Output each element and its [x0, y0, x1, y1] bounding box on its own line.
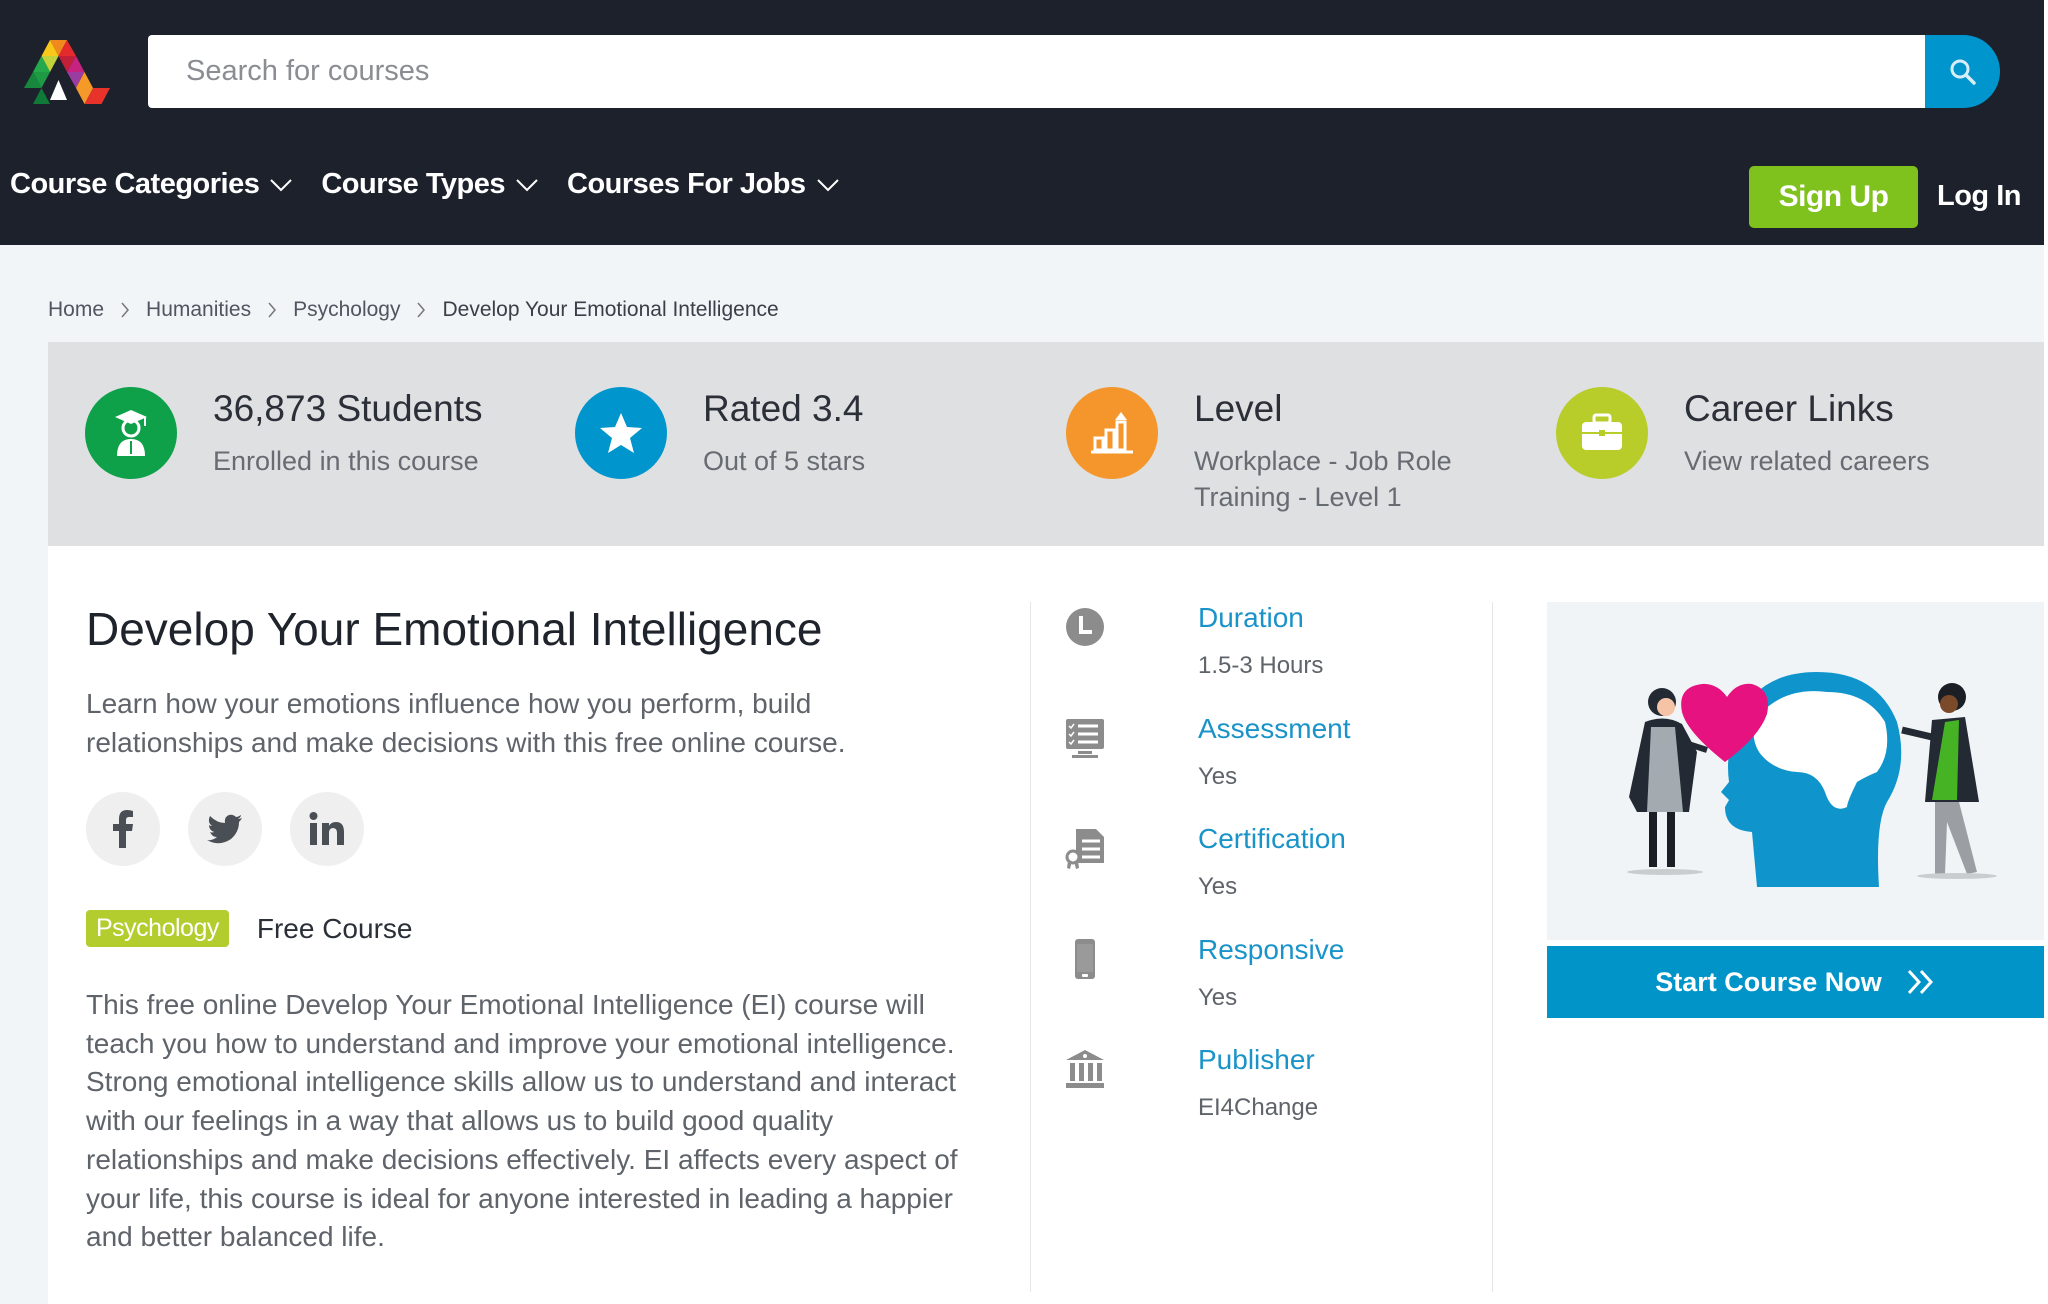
stat-title: Career Links [1684, 388, 1894, 429]
double-chevron-right-icon [1907, 969, 1933, 995]
briefcase-icon [1556, 387, 1648, 479]
nav-label: Course Categories [10, 168, 260, 200]
nav-courses-for-jobs[interactable]: Courses For Jobs [567, 168, 840, 201]
nav-label: Courses For Jobs [567, 168, 806, 200]
main-nav: Course Categories Course Types Courses F… [10, 168, 840, 201]
stat-career-links[interactable]: Career Links View related careers [1556, 387, 1974, 479]
clock-icon [1066, 608, 1104, 646]
info-value: Yes [1198, 983, 1238, 1011]
info-responsive: Responsive Yes [1064, 934, 1484, 1045]
info-value: Yes [1198, 873, 1238, 900]
info-label: Assessment [1198, 712, 1351, 744]
course-media: Start Course Now [1547, 602, 2044, 1018]
twitter-icon [207, 814, 242, 844]
course-description: This free online Develop Your Emotional … [86, 989, 958, 1253]
start-course-label: Start Course Now [1655, 966, 1882, 997]
graduate-icon [85, 387, 177, 479]
chevron-down-icon [816, 178, 839, 191]
social-share [86, 792, 364, 866]
course-card: Develop Your Emotional Intelligence Lear… [48, 546, 2044, 1304]
site-header: Course Categories Course Types Courses F… [0, 0, 2044, 245]
stat-subtitle: Out of 5 stars [703, 446, 866, 476]
search-bar [148, 35, 2000, 108]
info-label: Duration [1198, 602, 1304, 633]
category-tag[interactable]: Psychology [86, 910, 229, 947]
stat-students: 36,873 Students Enrolled in this course [85, 387, 503, 479]
course-lead: Learn how your emotions influence how yo… [86, 688, 846, 758]
facebook-share-button[interactable] [86, 792, 160, 866]
breadcrumb-psychology[interactable]: Psychology [293, 298, 400, 322]
course-title: Develop Your Emotional Intelligence [86, 603, 823, 655]
course-stats-bar: 36,873 Students Enrolled in this course … [48, 342, 2044, 546]
certificate-icon [1065, 829, 1104, 869]
info-label: Certification [1198, 823, 1346, 854]
nav-label: Course Types [321, 168, 505, 200]
stat-subtitle: Workplace - Job Role Training - Level 1 [1194, 446, 1452, 512]
stat-level: Level Workplace - Job Role Training - Le… [1066, 387, 1484, 515]
breadcrumb-current: Develop Your Emotional Intelligence [442, 298, 779, 321]
column-divider [1492, 602, 1493, 1292]
search-icon [1950, 59, 1976, 85]
assessment-icon [1066, 718, 1104, 758]
twitter-share-button[interactable] [188, 792, 262, 866]
breadcrumb-humanities[interactable]: Humanities [146, 298, 251, 322]
nav-course-categories[interactable]: Course Categories [10, 168, 293, 201]
mobile-icon [1075, 938, 1095, 979]
linkedin-share-button[interactable] [290, 792, 364, 866]
info-label: Responsive [1198, 933, 1345, 965]
chevron-right-icon [417, 302, 426, 318]
publisher-link[interactable]: Publisher [1198, 1044, 1315, 1076]
info-value: EI4Change [1198, 1094, 1319, 1121]
breadcrumb: Home Humanities Psychology Develop Your … [48, 298, 779, 322]
stat-subtitle: Enrolled in this course [213, 446, 479, 476]
log-in-link[interactable]: Log In [1937, 180, 2021, 213]
price-label: Free Course [256, 912, 413, 944]
chevron-down-icon [516, 178, 538, 191]
view-related-careers-link[interactable]: View related careers [1684, 443, 1974, 479]
search-input[interactable] [148, 35, 1928, 108]
breadcrumb-home[interactable]: Home [48, 298, 104, 322]
stat-title: Level [1194, 388, 1283, 429]
facebook-icon [113, 810, 133, 848]
search-button[interactable] [1925, 35, 2000, 108]
chevron-down-icon [270, 178, 293, 191]
info-publisher: Publisher EI4Change [1064, 1044, 1484, 1155]
stat-title: Rated 3.4 [703, 388, 864, 429]
info-certification: Certification Yes [1064, 823, 1484, 934]
info-duration: Duration 1.5-3 Hours [1064, 602, 1484, 713]
start-course-button[interactable]: Start Course Now [1547, 946, 2044, 1018]
info-assessment: Assessment Yes [1064, 713, 1484, 824]
course-illustration [1547, 602, 2044, 940]
sign-up-button[interactable]: Sign Up [1749, 166, 1918, 228]
chevron-right-icon [268, 302, 277, 318]
nav-course-types[interactable]: Course Types [321, 168, 539, 201]
institution-icon [1066, 1050, 1104, 1088]
star-icon [575, 387, 667, 479]
chevron-right-icon [121, 302, 130, 318]
site-logo[interactable] [20, 40, 114, 104]
info-value: Yes [1198, 762, 1238, 790]
linkedin-icon [309, 812, 344, 845]
course-tags: Psychology Free Course [86, 910, 412, 947]
stat-rating: Rated 3.4 Out of 5 stars [575, 387, 993, 479]
level-chart-icon [1066, 387, 1158, 479]
info-value: 1.5-3 Hours [1198, 652, 1324, 679]
page: Course Categories Course Types Courses F… [0, 0, 2044, 1304]
column-divider [1030, 602, 1031, 1292]
stat-title: 36,873 Students [213, 388, 483, 429]
course-info-list: Duration 1.5-3 Hours Assessment Yes Cert… [1064, 602, 1484, 1155]
